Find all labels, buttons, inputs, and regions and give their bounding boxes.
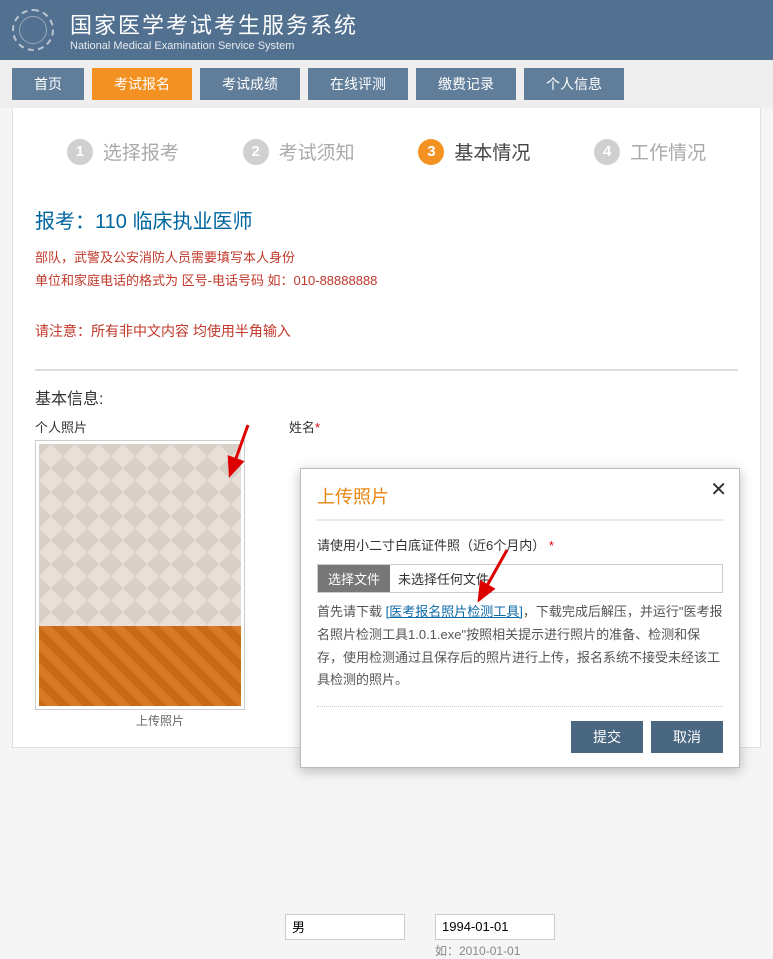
divider [35, 369, 738, 371]
step-1: 1 选择报考 [67, 138, 179, 165]
app-logo [12, 9, 54, 51]
exam-title: 报考：110 临床执业医师 [35, 205, 738, 234]
step-2-label: 考试须知 [279, 138, 355, 165]
annotation-arrow-2 [437, 545, 517, 620]
step-4-label: 工作情况 [630, 138, 706, 165]
close-icon[interactable]: ✕ [710, 477, 727, 502]
date-field[interactable]: 1994-01-01 [435, 914, 555, 940]
modal-title: 上传照片 [317, 483, 723, 521]
annotation-arrow-1 [158, 420, 253, 495]
cancel-button[interactable]: 取消 [651, 721, 723, 753]
warn-line1: 部队，武警及公安消防人员需要填写本人身份 [35, 246, 738, 269]
upload-photo-modal: ✕ 上传照片 请使用小二寸白底证件照（近6个月内） * 选择文件 未选择任何文件… [300, 468, 740, 768]
gender-field[interactable]: 男 [285, 914, 405, 940]
step-3: 3 基本情况 [418, 138, 530, 165]
step-1-num: 1 [67, 139, 93, 165]
submit-button[interactable]: 提交 [571, 721, 643, 753]
step-4: 4 工作情况 [594, 138, 706, 165]
choose-file-button[interactable]: 选择文件 [318, 565, 390, 592]
navbar: 首页 考试报名 考试成绩 在线评测 缴费记录 个人信息 [0, 60, 773, 108]
nav-results[interactable]: 考试成绩 [200, 68, 300, 100]
title-block: 国家医学考试考生服务系统 National Medical Examinatio… [70, 8, 358, 52]
step-1-label: 选择报考 [103, 138, 179, 165]
modal-divider [317, 706, 723, 707]
app-header: 国家医学考试考生服务系统 National Medical Examinatio… [0, 0, 773, 60]
warn-line2: 单位和家庭电话的格式为 区号-电话号码 如：010-88888888 [35, 269, 738, 292]
nav-register[interactable]: 考试报名 [92, 68, 192, 100]
basic-info-title: 基本信息: [35, 385, 738, 409]
nav-online-eval[interactable]: 在线评测 [308, 68, 408, 100]
modal-tip: 请使用小二寸白底证件照（近6个月内） * [317, 535, 723, 554]
step-3-num: 3 [418, 139, 444, 165]
step-4-num: 4 [594, 139, 620, 165]
step-2-num: 2 [243, 139, 269, 165]
step-indicator: 1 选择报考 2 考试须知 3 基本情况 4 工作情况 [35, 138, 738, 165]
nav-payment[interactable]: 缴费记录 [416, 68, 516, 100]
nav-profile[interactable]: 个人信息 [524, 68, 624, 100]
warn-note: 请注意：所有非中文内容 均使用半角输入 [35, 321, 738, 341]
modal-description: 首先请下载 [医考报名照片检测工具]，下载完成后解压，并运行"医考报名照片检测工… [317, 601, 723, 692]
nav-home[interactable]: 首页 [12, 68, 84, 100]
step-3-label: 基本情况 [454, 138, 530, 165]
date-hint: 如：2010-01-01 [435, 942, 555, 959]
title-cn: 国家医学考试考生服务系统 [70, 8, 358, 40]
title-en: National Medical Examination Service Sys… [70, 40, 358, 52]
step-2: 2 考试须知 [243, 138, 355, 165]
name-label: 姓名* [289, 417, 738, 436]
photo-caption: 上传照片 [35, 712, 285, 729]
file-picker-row: 选择文件 未选择任何文件 [317, 564, 723, 593]
